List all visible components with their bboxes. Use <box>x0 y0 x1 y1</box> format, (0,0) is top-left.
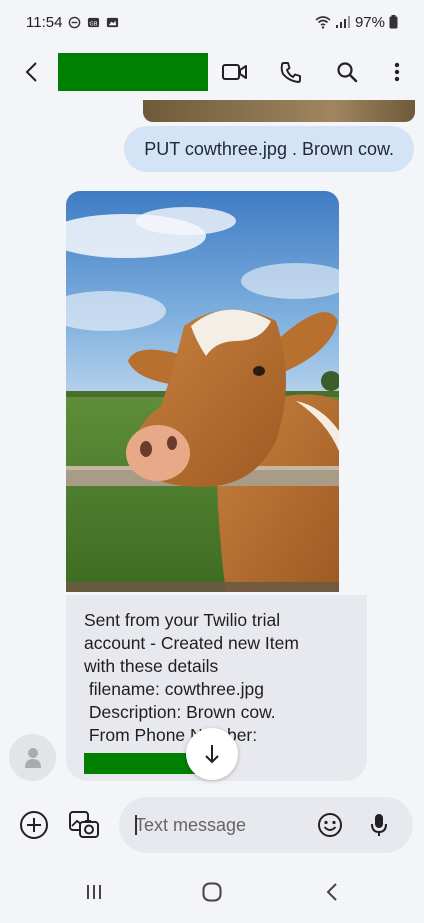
emoji-icon <box>318 813 342 837</box>
arrow-down-icon <box>205 745 219 764</box>
outgoing-message-text: PUT cowthree.jpg . Brown cow. <box>144 138 394 159</box>
contact-name-redacted[interactable] <box>58 53 208 91</box>
more-options-button[interactable] <box>377 52 417 92</box>
incoming-message-line: account - Created new Item <box>84 633 299 653</box>
status-time: 11:54 <box>26 13 63 31</box>
gallery-camera-icon <box>69 811 99 838</box>
wifi-icon <box>315 16 331 29</box>
text-cursor <box>135 815 137 835</box>
battery-icon <box>389 15 398 29</box>
phone-icon <box>280 62 301 83</box>
incoming-message-line: Description: Brown cow. <box>84 702 276 722</box>
incoming-message-line: filename: cowthree.jpg <box>84 679 264 699</box>
voice-call-button[interactable] <box>271 52 311 92</box>
signal-icon <box>335 16 350 28</box>
scroll-to-bottom-button[interactable] <box>186 728 238 780</box>
recent-apps-button[interactable] <box>74 872 114 912</box>
incoming-message-line: Sent from your Twilio trial <box>84 610 281 630</box>
search-icon <box>337 62 358 83</box>
incoming-image-message[interactable] <box>66 191 339 592</box>
plus-circle-icon <box>20 811 48 839</box>
nav-back-icon <box>326 883 337 901</box>
back-button[interactable] <box>12 52 52 92</box>
incoming-message-line: with these details <box>84 656 219 676</box>
voice-input-button[interactable] <box>359 805 399 845</box>
gallery-notification-icon <box>107 17 119 27</box>
video-call-button[interactable] <box>215 52 255 92</box>
person-icon <box>24 747 41 768</box>
composer-bar <box>0 790 424 860</box>
message-input-container[interactable] <box>119 797 413 853</box>
emoji-button[interactable] <box>310 805 350 845</box>
home-button[interactable] <box>192 872 232 912</box>
nav-back-button[interactable] <box>312 872 352 912</box>
gallery-camera-button[interactable] <box>64 805 104 845</box>
recent-apps-icon <box>87 885 101 899</box>
search-button[interactable] <box>327 52 367 92</box>
notification-app-icon: GB <box>88 17 100 27</box>
more-options-icon <box>394 62 400 82</box>
previous-image-message[interactable] <box>143 100 415 122</box>
add-attachment-button[interactable] <box>14 805 54 845</box>
home-icon <box>202 882 222 902</box>
sender-avatar[interactable] <box>9 734 56 781</box>
status-bar: 11:54 GB 97% <box>0 0 424 44</box>
message-input[interactable] <box>135 797 305 853</box>
conversation-header <box>0 44 424 100</box>
system-navigation-bar <box>0 860 424 923</box>
do-not-disturb-icon <box>69 16 81 28</box>
battery-percent: 97% <box>354 13 385 31</box>
outgoing-message[interactable]: PUT cowthree.jpg . Brown cow. <box>124 126 414 172</box>
cow-photo <box>66 191 339 592</box>
video-call-icon <box>222 64 247 80</box>
back-icon <box>25 62 37 82</box>
svg-text:GB: GB <box>90 21 98 27</box>
microphone-icon <box>371 814 387 836</box>
message-list[interactable]: PUT cowthree.jpg . Brown cow. Sent from … <box>0 100 424 790</box>
